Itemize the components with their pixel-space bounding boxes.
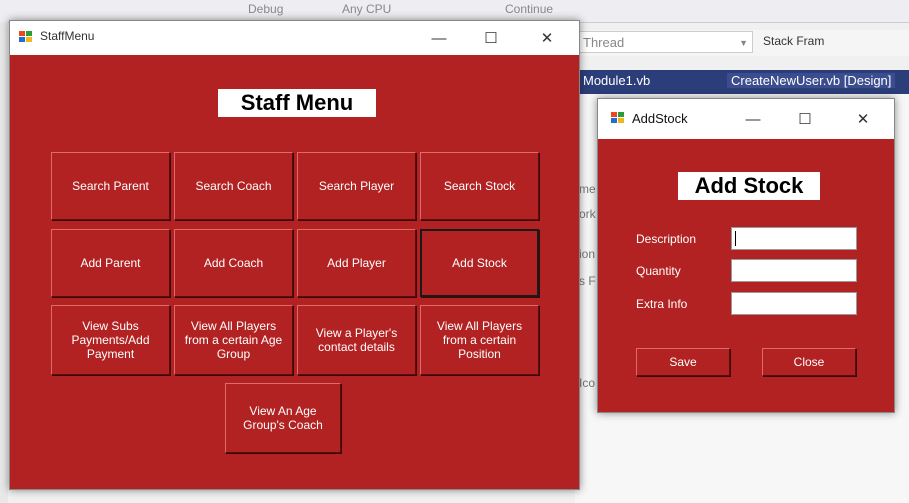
extra-info-field[interactable] bbox=[731, 292, 857, 315]
staff-menu-titlebar[interactable]: StaffMenu — ☐ ✕ bbox=[10, 21, 579, 55]
continue-button[interactable]: Continue bbox=[505, 2, 553, 16]
thread-label: Thread bbox=[583, 35, 625, 50]
view-age-group-coach-button[interactable]: View An Age Group's Coach bbox=[225, 383, 341, 453]
tab-module1[interactable]: Module1.vb bbox=[583, 73, 650, 88]
page-title: Add Stock bbox=[678, 172, 820, 200]
close-icon[interactable]: ✕ bbox=[525, 23, 569, 53]
ide-fragment: me bbox=[579, 182, 596, 196]
add-stock-button[interactable]: Add Stock bbox=[420, 229, 539, 297]
view-player-contact-button[interactable]: View a Player's contact details bbox=[297, 305, 416, 375]
search-player-button[interactable]: Search Player bbox=[297, 152, 416, 220]
debug-config[interactable]: Debug bbox=[248, 2, 283, 16]
ide-left-strip bbox=[0, 22, 8, 503]
add-parent-button[interactable]: Add Parent bbox=[51, 229, 170, 297]
description-label: Description bbox=[636, 232, 697, 246]
window-title: AddStock bbox=[632, 111, 688, 126]
search-stock-button[interactable]: Search Stock bbox=[420, 152, 539, 220]
add-stock-window: AddStock — ☐ ✕ Add Stock Description Qua… bbox=[597, 98, 895, 413]
close-button[interactable]: Close bbox=[762, 348, 856, 376]
description-field[interactable] bbox=[731, 227, 857, 250]
tab-createnewuser-design[interactable]: CreateNewUser.vb [Design] bbox=[727, 73, 896, 88]
ide-fragment: Ico bbox=[579, 376, 596, 390]
page-title: Staff Menu bbox=[218, 89, 376, 117]
stack-frame-label[interactable]: Stack Fram bbox=[763, 34, 824, 48]
minimize-icon[interactable]: — bbox=[731, 104, 775, 134]
add-stock-titlebar[interactable]: AddStock — ☐ ✕ bbox=[598, 99, 894, 139]
search-coach-button[interactable]: Search Coach bbox=[174, 152, 293, 220]
thread-dropdown[interactable]: Thread ▼ bbox=[578, 31, 753, 53]
add-player-button[interactable]: Add Player bbox=[297, 229, 416, 297]
minimize-icon[interactable]: — bbox=[417, 23, 461, 53]
ide-document-tabs: Module1.vb CreateNewUser.vb [Design] bbox=[575, 70, 909, 94]
window-title: StaffMenu bbox=[40, 29, 95, 43]
app-icon bbox=[19, 31, 33, 43]
view-subs-payments-button[interactable]: View Subs Payments/Add Payment bbox=[51, 305, 170, 375]
chevron-down-icon: ▼ bbox=[739, 38, 748, 48]
staff-menu-window: StaffMenu — ☐ ✕ Staff Menu Search Parent… bbox=[9, 20, 580, 490]
quantity-label: Quantity bbox=[636, 264, 681, 278]
maximize-icon[interactable]: ☐ bbox=[783, 104, 827, 134]
platform-config[interactable]: Any CPU bbox=[342, 2, 391, 16]
view-players-age-group-button[interactable]: View All Players from a certain Age Grou… bbox=[174, 305, 293, 375]
app-icon bbox=[611, 112, 625, 124]
maximize-icon[interactable]: ☐ bbox=[469, 23, 513, 53]
add-coach-button[interactable]: Add Coach bbox=[174, 229, 293, 297]
save-button[interactable]: Save bbox=[636, 348, 730, 376]
text-caret bbox=[735, 231, 736, 246]
view-players-position-button[interactable]: View All Players from a certain Position bbox=[420, 305, 539, 375]
search-parent-button[interactable]: Search Parent bbox=[51, 152, 170, 220]
ide-fragment: s F bbox=[579, 274, 596, 288]
extra-info-label: Extra Info bbox=[636, 297, 688, 311]
ide-fragment: ork bbox=[579, 207, 596, 221]
quantity-field[interactable] bbox=[731, 259, 857, 282]
ide-fragment: ion bbox=[579, 247, 596, 261]
close-icon[interactable]: ✕ bbox=[841, 104, 885, 134]
